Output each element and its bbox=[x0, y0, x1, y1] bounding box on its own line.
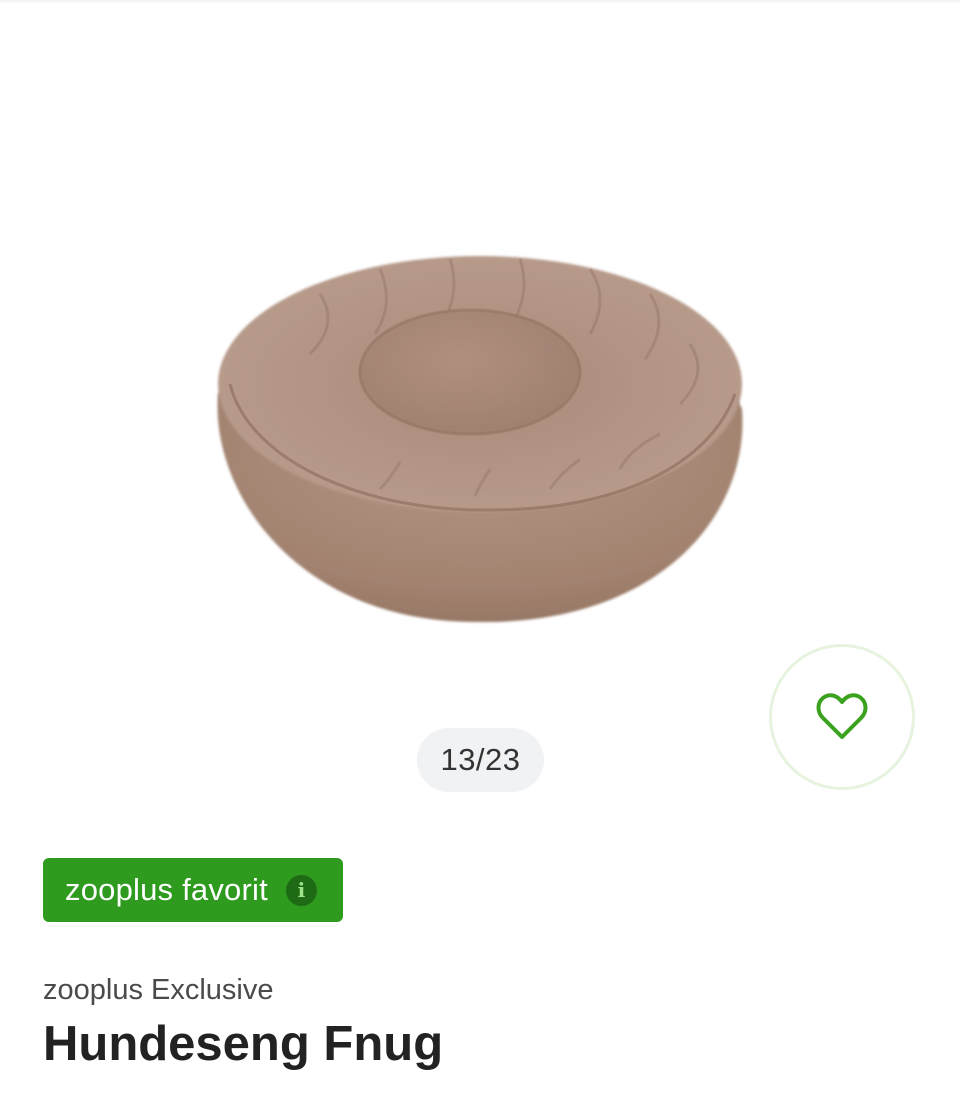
product-image-gallery[interactable]: 13/23 bbox=[0, 4, 960, 804]
image-counter-text: 13/23 bbox=[440, 742, 521, 777]
favorite-button[interactable] bbox=[769, 644, 915, 790]
brand-name[interactable]: zooplus Exclusive bbox=[43, 974, 274, 1007]
image-counter: 13/23 bbox=[417, 728, 544, 792]
product-image bbox=[217, 256, 743, 623]
info-icon[interactable]: i bbox=[285, 874, 317, 906]
heart-outline-icon bbox=[816, 693, 868, 741]
product-page: 13/23 zooplus favorit i zooplus Exclusiv… bbox=[0, 0, 960, 1115]
zooplus-favorit-badge[interactable]: zooplus favorit i bbox=[43, 858, 343, 922]
product-title: Hundeseng Fnug bbox=[43, 1017, 444, 1071]
badge-label: zooplus favorit bbox=[65, 872, 268, 907]
